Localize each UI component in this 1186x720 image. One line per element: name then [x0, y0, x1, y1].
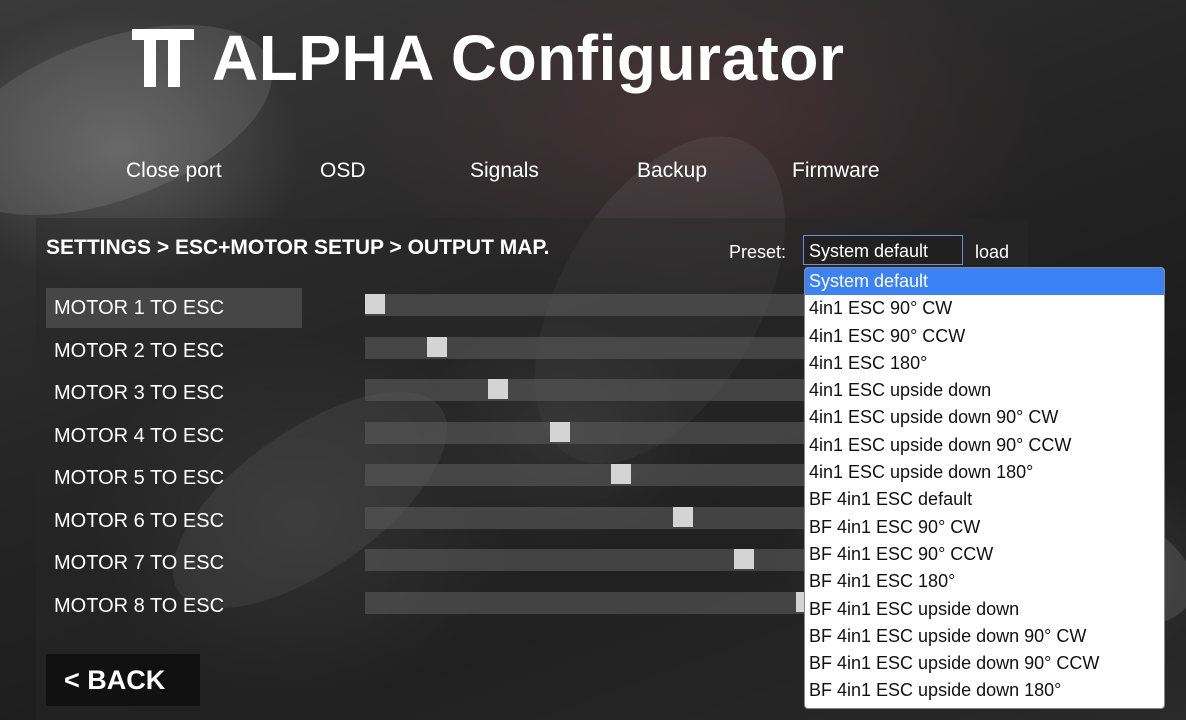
preset-option[interactable]: 4in1 ESC upside down 90° CCW	[805, 432, 1164, 459]
preset-option[interactable]: BF 4in1 ESC upside down	[805, 596, 1164, 623]
preset-option[interactable]: System default	[805, 268, 1164, 296]
slider-thumb[interactable]	[672, 506, 693, 527]
preset-option[interactable]: BF 4in1 ESC upside down 180°	[805, 677, 1164, 704]
slider-thumb[interactable]	[365, 294, 385, 314]
slider-thumb[interactable]	[611, 464, 631, 484]
logo-icon	[132, 29, 194, 87]
preset-option[interactable]: 4in1 ESC upside down 180°	[805, 459, 1164, 486]
motor-label-1: MOTOR 1 TO ESC	[46, 288, 302, 328]
preset-select[interactable]: System default	[803, 235, 963, 265]
motor-label-4: MOTOR 4 TO ESC	[54, 424, 225, 447]
preset-option[interactable]: 4in1 ESC upside down 90° CW	[805, 404, 1164, 431]
preset-option[interactable]: BF 4in1 ESC upside down 90° CCW	[805, 650, 1164, 677]
app-title: ALPHA Configurator	[212, 22, 845, 94]
nav-osd[interactable]: OSD	[320, 159, 366, 183]
motor-label-5: MOTOR 5 TO ESC	[54, 467, 225, 489]
nav-signals[interactable]: Signals	[470, 159, 539, 183]
nav-firmware[interactable]: Firmware	[792, 159, 880, 183]
preset-option[interactable]: BF 4in1 ESC default	[805, 486, 1164, 513]
slider-thumb[interactable]	[488, 379, 508, 399]
motor-6-esc-slider[interactable]	[365, 506, 805, 529]
back-button[interactable]: < BACK	[46, 654, 200, 706]
nav-backup[interactable]: Backup	[637, 159, 707, 183]
motor-1-esc-slider[interactable]	[365, 294, 805, 316]
motor-3-esc-slider[interactable]	[365, 379, 805, 401]
motor-label-6: MOTOR 6 TO ESC	[54, 509, 225, 532]
breadcrumb: SETTINGS > ESC+MOTOR SETUP > OUTPUT MAP.	[46, 236, 550, 259]
preset-dropdown-list: System default 4in1 ESC 90° CW 4in1 ESC 90…	[804, 267, 1165, 709]
motor-7-esc-slider[interactable]	[365, 549, 805, 571]
motor-label-2: MOTOR 2 TO ESC	[54, 339, 225, 362]
motor-label-8: MOTOR 8 TO ESC	[54, 594, 225, 617]
preset-option[interactable]: BF 4in1 ESC 180°	[805, 568, 1164, 595]
top-nav: Close port OSD Signals Backup Firmware	[0, 155, 1186, 189]
slider-thumb[interactable]	[426, 336, 447, 357]
motor-label-7: MOTOR 7 TO ESC	[54, 552, 225, 574]
app-title-container: ALPHA Configurator	[132, 18, 844, 98]
slider-thumb[interactable]	[734, 549, 754, 569]
preset-option[interactable]: BF 4in1 ESC upside down 90° CW	[805, 623, 1164, 650]
slider-thumb[interactable]	[549, 421, 570, 442]
preset-option[interactable]: 4in1 ESC 180°	[805, 350, 1164, 377]
motor-label-3: MOTOR 3 TO ESC	[54, 382, 225, 404]
preset-option[interactable]: 4in1 ESC upside down	[805, 377, 1164, 404]
preset-option[interactable]: 4in1 ESC 90° CCW	[805, 323, 1164, 350]
nav-close-port[interactable]: Close port	[126, 159, 222, 183]
motor-5-esc-slider[interactable]	[365, 464, 805, 486]
load-button[interactable]: load	[975, 242, 1009, 263]
motor-8-esc-slider[interactable]	[365, 591, 816, 614]
preset-option[interactable]: 4in1 ESC 90° CW	[805, 295, 1164, 322]
preset-label: Preset:	[729, 242, 787, 262]
motor-2-esc-slider[interactable]	[365, 336, 805, 359]
motor-4-esc-slider[interactable]	[365, 421, 805, 444]
preset-option[interactable]: BF 4in1 ESC 90° CCW	[805, 541, 1164, 568]
preset-option[interactable]: BF 4in1 ESC 90° CW	[805, 514, 1164, 541]
